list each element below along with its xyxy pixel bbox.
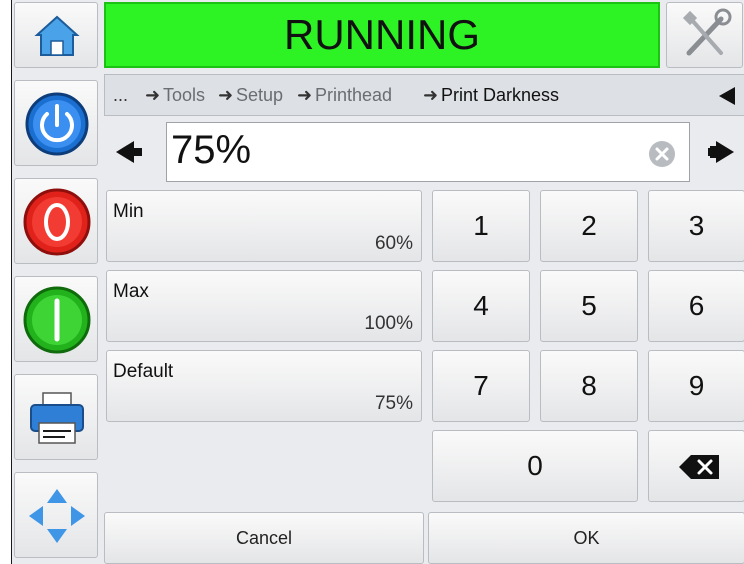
key-5[interactable]: 5 [540,270,638,342]
breadcrumb-item-print-darkness: Print Darkness [441,85,560,105]
backspace-button[interactable] [648,430,744,502]
breadcrumb: ... ➜ Tools ➜ Setup ➜ Printhead ➜ Print … [104,74,744,116]
breadcrumb-item-tools[interactable]: Tools [163,85,205,106]
preset-value: 60% [374,233,413,254]
ok-button[interactable]: OK [428,512,744,564]
preset-value: 100% [364,313,413,334]
key-7[interactable]: 7 [432,350,530,422]
value-input[interactable]: 75% [166,122,690,182]
max-preset-button[interactable]: Max 100% [106,270,422,342]
tools-button[interactable] [666,2,743,68]
stop-icon [23,188,91,256]
key-6[interactable]: 6 [648,270,744,342]
back-arrow-icon[interactable] [717,85,737,107]
clear-icon[interactable] [647,139,677,169]
breadcrumb-item-printhead[interactable]: Printhead [315,85,392,106]
breadcrumb-item-setup[interactable]: Setup [236,85,283,106]
home-icon [34,15,80,56]
decrement-button[interactable] [108,126,158,178]
increment-icon [708,141,734,163]
navigate-icon [29,489,85,543]
breadcrumb-ellipsis: ... [113,85,129,105]
app-frame: RUNNING ... ➜ Tools ➜ Setup ➜ Printhead … [11,0,744,564]
navigate-button[interactable] [14,472,98,558]
breadcrumb-separator: ➜ [297,85,313,105]
key-2[interactable]: 2 [540,190,638,262]
breadcrumb-separator: ➜ [218,85,234,105]
home-button[interactable] [14,2,98,68]
printer-icon [30,392,84,444]
power-button[interactable] [14,80,98,166]
cancel-button[interactable]: Cancel [104,512,424,564]
status-text: RUNNING [284,11,480,58]
decrement-icon [116,141,142,163]
key-1[interactable]: 1 [432,190,530,262]
value-text: 75% [171,128,252,172]
tools-icon [682,8,732,56]
power-icon [25,92,89,156]
key-8[interactable]: 8 [540,350,638,422]
key-0[interactable]: 0 [432,430,638,502]
increment-button[interactable] [696,126,742,178]
key-3[interactable]: 3 [648,190,744,262]
breadcrumb-separator: ➜ [423,85,439,105]
key-4[interactable]: 4 [432,270,530,342]
backspace-icon [679,455,719,479]
start-icon [23,286,91,354]
min-preset-button[interactable]: Min 60% [106,190,422,262]
stop-button[interactable] [14,178,98,264]
start-button[interactable] [14,276,98,362]
preset-label: Max [113,281,149,302]
preset-value: 75% [374,393,413,414]
preset-label: Default [113,361,174,382]
breadcrumb-separator: ➜ [145,85,161,105]
key-9[interactable]: 9 [648,350,744,422]
default-preset-button[interactable]: Default 75% [106,350,422,422]
preset-label: Min [113,201,144,222]
status-bar: RUNNING [104,2,660,68]
printer-button[interactable] [14,374,98,460]
